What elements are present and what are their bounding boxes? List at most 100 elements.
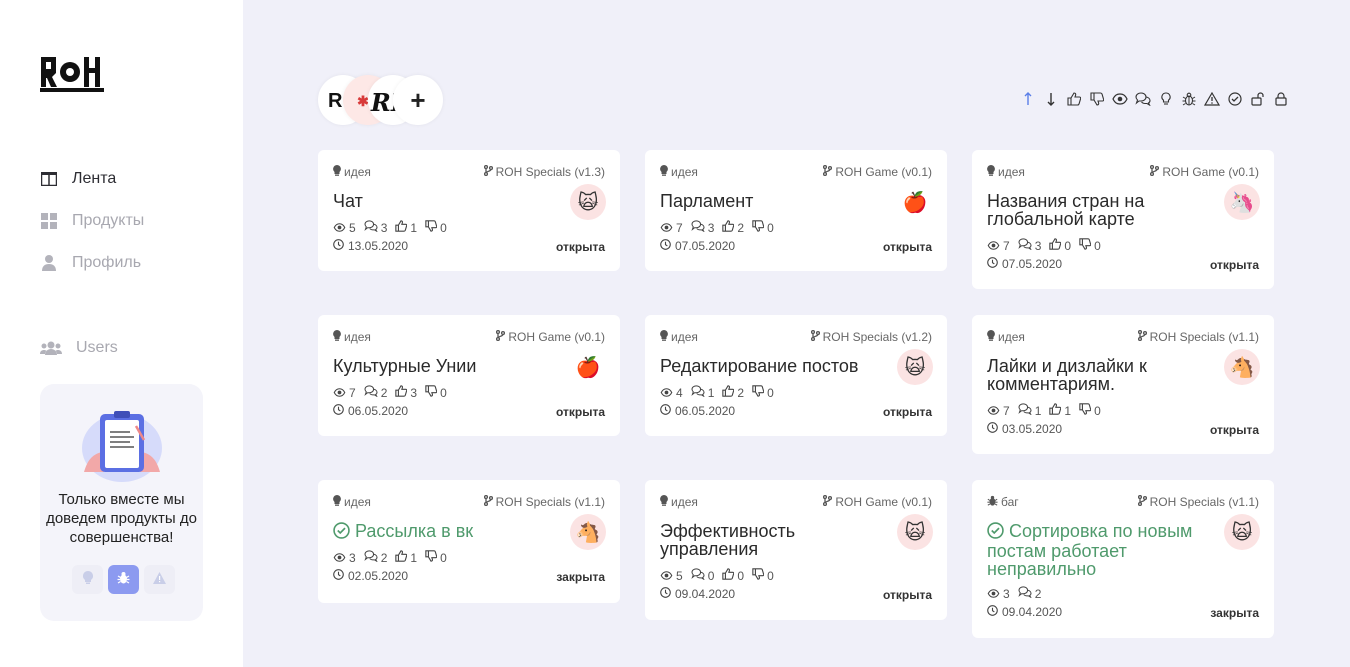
likes-count: 0 (1064, 238, 1072, 253)
dislikes-stat[interactable]: 0 (425, 385, 447, 400)
author-avatar: 🐴 (570, 514, 606, 550)
likes-stat[interactable]: 3 (395, 385, 417, 400)
warning-icon[interactable] (1204, 90, 1220, 108)
views-stat: 5 (660, 569, 683, 583)
promo-warning-button[interactable] (144, 565, 175, 594)
comments-stat: 3 (364, 220, 388, 235)
card-product-label: ROH Game (v0.1) (835, 495, 932, 509)
likes-stat[interactable]: 1 (395, 550, 417, 565)
card-type: идея (660, 495, 698, 509)
card-title[interactable]: Редактирование постов (660, 357, 890, 375)
add-product-button[interactable]: + (393, 75, 443, 125)
card-title[interactable]: Лайки и дизлайки к комментариям. (987, 357, 1217, 393)
feed-card[interactable]: идея ROH Specials (v1.1) Рассылка в вк 🐴 3 2 1… (318, 480, 620, 603)
card-type-label: идея (344, 495, 371, 509)
card-title[interactable]: Чат (333, 192, 563, 210)
check-circle-icon[interactable] (1227, 90, 1243, 108)
dislikes-stat[interactable]: 0 (752, 220, 774, 235)
unlock-icon[interactable] (1250, 90, 1266, 108)
likes-count: 1 (410, 220, 418, 235)
idea-icon (660, 330, 668, 344)
comments-icon (691, 568, 705, 583)
eye-icon (660, 386, 673, 400)
branch-icon (1150, 164, 1160, 179)
card-type: идея (333, 330, 371, 344)
promo-idea-button[interactable] (72, 565, 103, 594)
idea-icon[interactable] (1158, 90, 1174, 108)
likes-stat[interactable]: 1 (1049, 403, 1071, 418)
feed-card[interactable]: идея ROH Game (v0.1) Культурные Унии 🍎 7 2 3 0 0… (318, 315, 620, 436)
likes-count: 2 (737, 220, 745, 235)
views-stat: 7 (987, 404, 1010, 418)
card-type-label: идея (671, 330, 698, 344)
likes-stat[interactable]: 2 (722, 385, 744, 400)
views-count: 7 (1003, 403, 1010, 418)
bug-icon[interactable] (1181, 90, 1197, 108)
like-icon[interactable] (1066, 90, 1082, 108)
dislikes-stat[interactable]: 0 (425, 550, 447, 565)
feed-card[interactable]: идея ROH Game (v0.1) Эффективность управле… (645, 480, 947, 620)
card-title[interactable]: Сортировка по новым постам работает непр… (987, 522, 1217, 578)
feed-card[interactable]: идея ROH Specials (v1.2) Редактирование по… (645, 315, 947, 436)
dislike-icon (1079, 403, 1092, 418)
dislikes-stat[interactable]: 0 (752, 568, 774, 583)
card-stats: 7 2 3 0 (333, 385, 447, 400)
card-date-text: 06.05.2020 (348, 404, 409, 418)
card-product-label: ROH Specials (v1.3) (495, 165, 605, 179)
nav-label-feed: Лента (72, 170, 117, 187)
author-avatar: 🍎 (575, 356, 601, 379)
dislikes-stat[interactable]: 0 (752, 385, 774, 400)
eye-icon[interactable] (1112, 90, 1128, 108)
card-title[interactable]: Названия стран на глобальной карте (987, 192, 1217, 228)
feed-card[interactable]: идея ROH Specials (v1.1) Лайки и дизлайки … (972, 315, 1274, 454)
idea-icon (660, 165, 668, 179)
card-product: ROH Game (v0.1) (496, 329, 605, 344)
card-status: закрыта (1210, 606, 1259, 620)
comments-count: 1 (1034, 403, 1042, 418)
likes-count: 0 (737, 568, 745, 583)
user-icon (40, 254, 58, 272)
nav-item-profile[interactable]: Профиль (40, 252, 144, 274)
likes-stat[interactable]: 0 (722, 568, 744, 583)
card-product-label: ROH Game (v0.1) (1162, 165, 1259, 179)
likes-stat[interactable]: 1 (395, 220, 417, 235)
card-title[interactable]: Эффективность управления (660, 522, 890, 558)
promo-bug-button[interactable] (108, 565, 139, 594)
nav-item-products[interactable]: Продукты (40, 210, 144, 232)
feed-card[interactable]: идея ROH Game (v0.1) Названия стран на гло… (972, 150, 1274, 289)
dislikes-stat[interactable]: 0 (1079, 403, 1101, 418)
likes-stat[interactable]: 2 (722, 220, 744, 235)
clock-icon (660, 404, 671, 418)
card-date: 07.05.2020 (660, 239, 735, 253)
idea-icon (333, 330, 341, 344)
nav-item-feed[interactable]: Лента (40, 168, 144, 190)
feed-card[interactable]: идея ROH Game (v0.1) Парламент 🍎 7 3 2 0 07.05.2… (645, 150, 947, 271)
branch-icon (483, 164, 493, 179)
card-title[interactable]: Культурные Унии (333, 357, 563, 375)
comments-stat: 2 (364, 550, 387, 565)
card-status: открыта (1209, 258, 1259, 272)
card-title[interactable]: Рассылка в вк (333, 522, 563, 542)
lock-icon[interactable] (1273, 90, 1289, 108)
branch-icon (1137, 494, 1147, 509)
comments-count: 3 (380, 220, 388, 235)
dislikes-stat[interactable]: 0 (425, 220, 447, 235)
bug-icon (987, 495, 998, 509)
comments-icon[interactable] (1135, 90, 1151, 108)
comments-icon (364, 550, 378, 565)
feed-card[interactable]: баг ROH Specials (v1.1) Сортировка по новы… (972, 480, 1274, 638)
card-title[interactable]: Парламент (660, 192, 890, 210)
users-link[interactable]: Users (40, 339, 118, 357)
sort-down-icon[interactable] (1043, 90, 1059, 108)
dislike-icon[interactable] (1089, 90, 1105, 108)
comments-count: 2 (380, 385, 388, 400)
bug-icon (117, 571, 130, 589)
roh-logo[interactable] (40, 55, 104, 93)
sort-up-icon[interactable] (1020, 90, 1036, 108)
likes-stat[interactable]: 0 (1049, 238, 1071, 253)
card-type-label: идея (998, 330, 1025, 344)
likes-count: 3 (410, 385, 418, 400)
feed-card[interactable]: идея ROH Specials (v1.3) Чат 🙀 5 3 1 0 13.05.202… (318, 150, 620, 271)
dislikes-stat[interactable]: 0 (1079, 238, 1101, 253)
card-type: идея (660, 165, 698, 179)
